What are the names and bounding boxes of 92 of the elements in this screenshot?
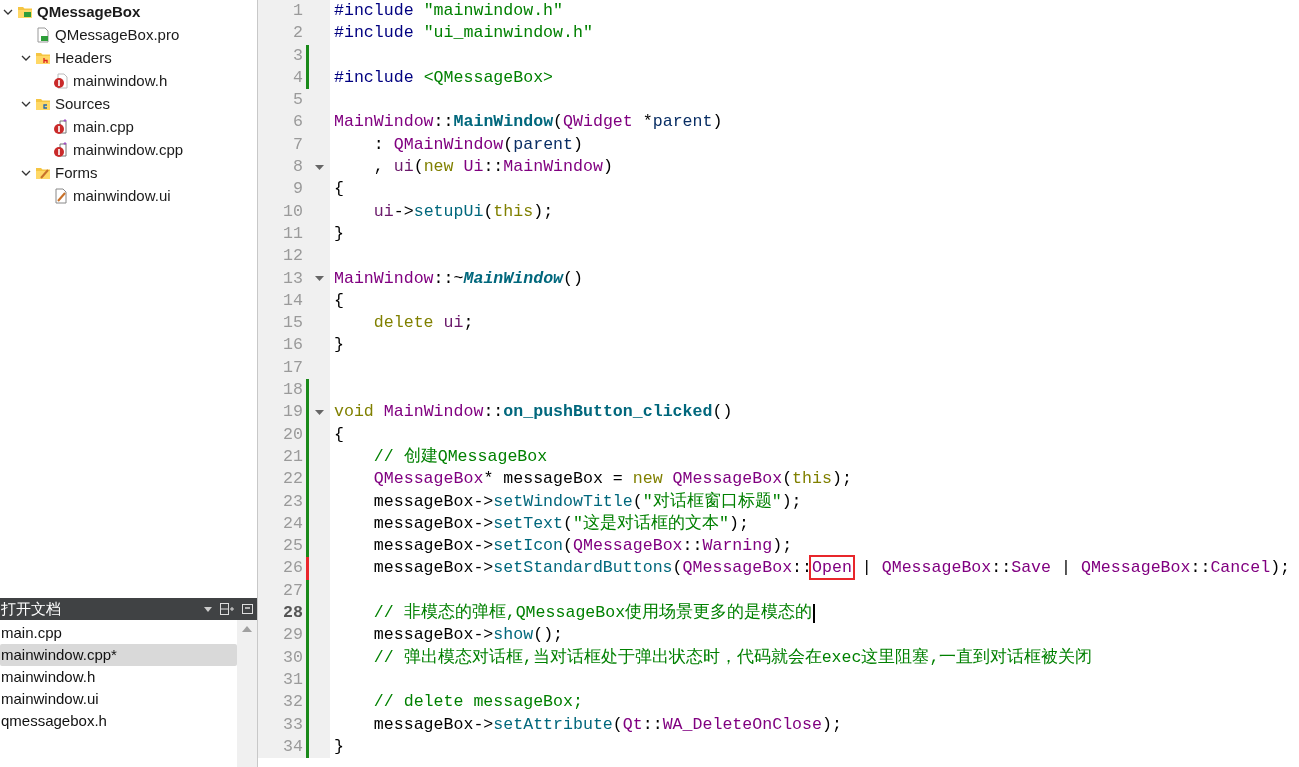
document-item[interactable]: main.cpp <box>0 622 237 644</box>
code-line: #include <QMessageBox> <box>333 66 554 89</box>
line-number: 11 <box>282 222 303 245</box>
line-number: 17 <box>282 356 303 379</box>
document-item[interactable]: mainwindow.ui <box>0 688 237 710</box>
file-icon <box>35 26 51 43</box>
code-line: { <box>333 289 344 312</box>
code-line: // 弹出模态对话框,当对话框处于弹出状态时，代码就会在exec这里阻塞,一直到对话框被关闭 <box>372 646 1093 669</box>
line-number: 7 <box>292 133 303 156</box>
line-number: 2 <box>292 22 303 45</box>
file-icon <box>53 141 69 158</box>
document-item[interactable]: mainwindow.cpp* <box>0 644 237 666</box>
tree-item[interactable]: main.cpp <box>73 115 134 138</box>
line-number: 30 <box>282 646 303 669</box>
code-line: delete ui; <box>372 312 474 335</box>
code-line: messageBox->setWindowTitle("对话框窗口标题"); <box>372 490 802 513</box>
line-number: 23 <box>282 490 303 513</box>
code-line: void MainWindow::on_pushButton_clicked() <box>333 401 733 424</box>
file-icon <box>53 118 69 135</box>
line-number: 9 <box>292 178 303 201</box>
code-line: MainWindow::~MainWindow() <box>333 267 583 290</box>
fold-icon[interactable] <box>315 276 324 282</box>
line-number: 6 <box>292 111 303 134</box>
line-number: 28 <box>282 602 303 624</box>
line-number: 3 <box>292 44 303 67</box>
line-number: 19 <box>282 401 303 424</box>
code-line: messageBox->setStandardButtons(QMessageBox::Open | QMessageBox::Save | QMessageBox::Cancel); <box>330 557 1291 580</box>
split-icon[interactable] <box>220 603 234 615</box>
line-number: 8 <box>292 156 303 179</box>
code-line: } <box>333 222 344 245</box>
line-number: 12 <box>282 245 303 268</box>
tree-item[interactable]: QMessageBox.pro <box>55 23 180 46</box>
line-number: 25 <box>282 535 303 558</box>
code-line: } <box>333 735 344 758</box>
scrollbar[interactable] <box>237 620 257 767</box>
code-line: } <box>333 334 344 357</box>
dropdown-icon[interactable] <box>204 606 212 612</box>
document-item[interactable]: mainwindow.h <box>0 666 237 688</box>
tree-item[interactable]: mainwindow.h <box>73 69 168 92</box>
line-number: 10 <box>282 200 303 223</box>
line-number: 16 <box>282 334 303 357</box>
chevron-icon[interactable] <box>21 53 31 62</box>
line-number: 29 <box>282 624 303 647</box>
line-number: 1 <box>292 0 303 22</box>
tree-item[interactable]: Headers <box>55 46 112 69</box>
code-line: ui->setupUi(this); <box>372 200 554 223</box>
file-icon <box>53 187 69 204</box>
document-item[interactable]: qmessagebox.h <box>0 710 237 732</box>
line-number: 13 <box>282 267 303 290</box>
panel-title: 打开文档 <box>1 598 62 620</box>
code-line: QMessageBox* messageBox = new QMessageBox(this); <box>372 468 852 491</box>
line-number: 27 <box>282 579 303 602</box>
line-number: 26 <box>282 557 303 580</box>
tree-item[interactable]: QMessageBox <box>37 0 141 23</box>
chevron-icon[interactable] <box>21 99 31 108</box>
line-number: 34 <box>282 735 303 758</box>
fold-icon[interactable] <box>315 410 324 415</box>
line-number: 32 <box>282 691 303 714</box>
code-line: messageBox->setIcon(QMessageBox::Warning); <box>372 535 793 558</box>
line-number: 20 <box>282 423 303 446</box>
line-number: 15 <box>282 312 303 335</box>
code-line: { <box>333 423 344 446</box>
close-panel-icon[interactable] <box>242 604 253 614</box>
line-number: 18 <box>282 379 303 402</box>
line-number: 22 <box>282 468 303 491</box>
code-line: { <box>333 178 344 201</box>
line-number: 21 <box>282 445 303 468</box>
fold-icon[interactable] <box>315 164 324 170</box>
code-line: #include "ui_mainwindow.h" <box>333 22 593 45</box>
chevron-icon[interactable] <box>21 168 31 177</box>
code-line: MainWindow::MainWindow(QWidget *parent) <box>333 111 723 134</box>
tree-item[interactable]: Forms <box>55 161 98 184</box>
tree-item[interactable]: mainwindow.ui <box>73 184 171 207</box>
line-number: 24 <box>282 512 303 535</box>
code-line: messageBox->setAttribute(Qt::WA_DeleteOnClose); <box>372 713 842 736</box>
code-line: #include "mainwindow.h" <box>333 0 564 22</box>
line-number: 14 <box>282 289 303 312</box>
line-number: 33 <box>282 713 303 736</box>
code-line: messageBox->setText("这是对话框的文本"); <box>372 512 749 535</box>
tree-item[interactable]: Sources <box>55 92 111 115</box>
tree-item[interactable]: mainwindow.cpp <box>73 138 184 161</box>
code-line: // 创建QMessageBox <box>372 445 548 468</box>
chevron-icon[interactable] <box>3 7 13 16</box>
line-number: 4 <box>292 66 303 89</box>
file-icon <box>53 72 69 89</box>
code-line: : QMainWindow(parent) <box>372 133 583 156</box>
code-line: // delete messageBox; <box>372 691 583 714</box>
code-line: , ui(new Ui::MainWindow) <box>372 156 613 179</box>
code-line: messageBox->show(); <box>372 624 564 647</box>
line-number: 5 <box>292 89 303 112</box>
code-line: // 非模态的弹框,QMessageBox使用场景更多的是模态的 <box>372 602 813 624</box>
line-number: 31 <box>282 668 303 691</box>
